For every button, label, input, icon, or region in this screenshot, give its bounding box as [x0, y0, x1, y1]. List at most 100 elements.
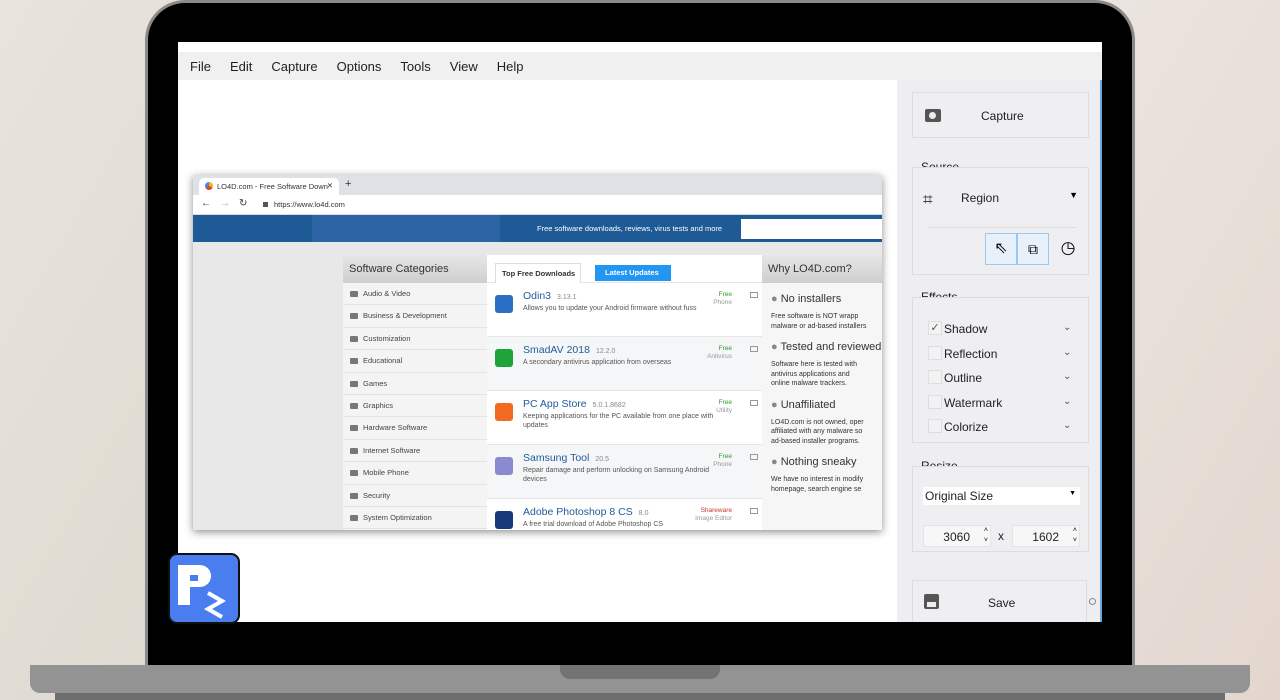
resize-dropdown[interactable]: Original Size ▼	[923, 487, 1080, 505]
download-item[interactable]: Samsung Tool 20.5 Repair damage and perfor…	[487, 445, 762, 499]
chevron-down-icon[interactable]: ⌄	[1063, 371, 1071, 382]
resize-handle-icon[interactable]	[1089, 598, 1096, 605]
effect-shadow[interactable]: ✓ Shadow ⌄	[913, 321, 1088, 339]
tab-title: LO4D.com - Free Software Down	[217, 182, 328, 191]
category-item[interactable]: Games	[343, 373, 487, 395]
why-text-line: homepage, search engine se	[771, 485, 862, 493]
title-bar	[178, 42, 1102, 52]
chevron-down-icon[interactable]: ⌄	[1063, 420, 1071, 431]
why-text-line: Software here is tested with	[771, 361, 857, 368]
download-item[interactable]: Odin3 3.13.1 Allows you to update your And…	[487, 283, 762, 337]
category-item[interactable]: Audio & Video	[343, 283, 487, 306]
download-item[interactable]: SmadAV 2018 12.2.0 A secondary antivirus a…	[487, 337, 762, 391]
app-license: Free Antivirus	[707, 345, 732, 361]
effect-label: Watermark	[944, 395, 1003, 410]
effect-checkbox[interactable]	[928, 370, 942, 384]
source-value: Region	[961, 191, 1000, 205]
app-version: 5.0.1.8682	[592, 402, 626, 409]
dropdown-arrow-icon: ▼	[1069, 190, 1078, 200]
back-icon[interactable]: ←	[201, 198, 211, 209]
effect-label: Shadow	[944, 322, 988, 336]
save-button[interactable]: Save	[912, 580, 1087, 622]
app-name[interactable]: Odin3	[523, 290, 551, 302]
favicon-icon	[205, 182, 213, 190]
menu-file[interactable]: File	[190, 59, 211, 74]
category-item[interactable]: Security	[343, 485, 487, 507]
why-text-line: Free software is NOT wrapp	[771, 313, 859, 320]
height-input[interactable]: 1602 ˄ ˅	[1012, 525, 1080, 547]
url-input[interactable]: https://www.lo4d.com	[274, 200, 345, 209]
category-item[interactable]: Mobile Phone	[343, 462, 487, 485]
effect-label: Colorize	[944, 420, 989, 434]
category-item[interactable]: Customization	[343, 328, 487, 351]
app-logo	[168, 553, 240, 624]
chevron-down-icon[interactable]: ⌄	[1063, 396, 1071, 407]
why-heading: ● Tested and reviewed	[771, 341, 882, 353]
forward-icon[interactable]: →	[220, 198, 230, 209]
category-item[interactable]: Educational	[343, 350, 487, 373]
window-mode-button[interactable]: ⧉	[1017, 233, 1049, 265]
app-name[interactable]: PC App Store	[523, 398, 587, 410]
menu-edit[interactable]: Edit	[230, 59, 252, 74]
pointer-mode-button[interactable]: ⇖	[985, 233, 1017, 265]
close-tab-icon[interactable]: ✕	[327, 181, 333, 190]
chevron-down-icon[interactable]: ⌄	[1063, 347, 1071, 358]
effect-outline[interactable]: Outline ⌄	[913, 370, 1088, 388]
dropdown-arrow-icon: ▼	[1069, 490, 1076, 497]
category-item[interactable]: Hardware Software	[343, 417, 487, 440]
app-version: 12.2.0	[595, 348, 616, 355]
effect-reflection[interactable]: Reflection ⌄	[913, 345, 1088, 364]
tab-top-free-downloads[interactable]: Top Free Downloads	[495, 263, 581, 283]
menu-bar: File Edit Capture Options Tools View Hel…	[178, 52, 1102, 80]
effect-colorize[interactable]: Colorize ⌄	[913, 419, 1088, 437]
why-panel: Why LO4D.com? ● No installers Free softwa…	[762, 255, 882, 530]
app-icon	[495, 403, 513, 421]
width-input[interactable]: 3060 ˄ ˅	[923, 525, 991, 547]
chevron-down-icon[interactable]: ⌄	[1063, 322, 1071, 333]
menu-tools[interactable]: Tools	[400, 59, 430, 74]
type-label: Image Editor	[695, 515, 732, 522]
menu-options[interactable]: Options	[337, 59, 382, 74]
menu-capture[interactable]: Capture	[271, 59, 317, 74]
capture-button[interactable]: Capture	[912, 92, 1089, 138]
app-name[interactable]: SmadAV 2018	[523, 344, 590, 356]
browser-tab[interactable]: LO4D.com - Free Software Down ✕	[199, 178, 339, 195]
lock-icon	[263, 202, 268, 207]
app-license: Free Phone	[713, 453, 732, 469]
category-item[interactable]: Graphics	[343, 395, 487, 418]
category-item[interactable]: Internet Software	[343, 440, 487, 463]
category-item[interactable]: System Optimization	[343, 507, 487, 530]
effect-checkbox[interactable]	[928, 419, 942, 433]
app-icon	[495, 295, 513, 313]
menu-help[interactable]: Help	[497, 59, 524, 74]
browser-tab-bar: LO4D.com - Free Software Down ✕ +	[193, 175, 882, 195]
width-stepper[interactable]: ˄ ˅	[984, 526, 988, 546]
effect-watermark[interactable]: Watermark ⌄	[913, 394, 1088, 413]
downloads-panel: Top Free Downloads Latest Updates Odin3 3…	[487, 255, 762, 530]
resize-group: Original Size ▼ 3060 ˄ ˅ x 1602 ˄ ˅	[912, 466, 1089, 552]
app-icon	[495, 349, 513, 367]
resize-value: Original Size	[925, 489, 994, 503]
side-panel: Capture Source ⌗ Region ▼ ⇖ ⧉ ◷ Effects …	[897, 80, 1102, 622]
tab-latest-updates[interactable]: Latest Updates	[595, 265, 671, 281]
new-tab-icon[interactable]: +	[345, 178, 351, 190]
height-stepper[interactable]: ˄ ˅	[1073, 526, 1077, 546]
timer-button[interactable]: ◷	[1053, 233, 1083, 265]
app-license: Free Phone	[713, 291, 732, 307]
site-search-input[interactable]	[741, 219, 882, 239]
download-item[interactable]: PC App Store 5.0.1.8682 Keeping applicatio…	[487, 391, 762, 445]
effect-checkbox[interactable]	[928, 345, 942, 360]
why-heading: ● Unaffiliated	[771, 399, 882, 411]
effect-checkbox[interactable]: ✓	[928, 321, 942, 335]
save-label: Save	[988, 596, 1016, 610]
source-dropdown[interactable]: Region ▼	[943, 186, 1078, 208]
reload-icon[interactable]: ↻	[239, 198, 247, 209]
app-name[interactable]: Adobe Photoshop 8 CS	[523, 506, 633, 518]
effect-label: Outline	[944, 371, 983, 385]
effect-checkbox[interactable]	[928, 394, 942, 409]
download-item[interactable]: Adobe Photoshop 8 CS 8.0 A free trial down…	[487, 499, 762, 530]
menu-view[interactable]: View	[450, 59, 478, 74]
category-item[interactable]: Business & Development	[343, 305, 487, 328]
why-text-line: online malware trackers.	[771, 380, 847, 387]
app-name[interactable]: Samsung Tool	[523, 452, 589, 464]
